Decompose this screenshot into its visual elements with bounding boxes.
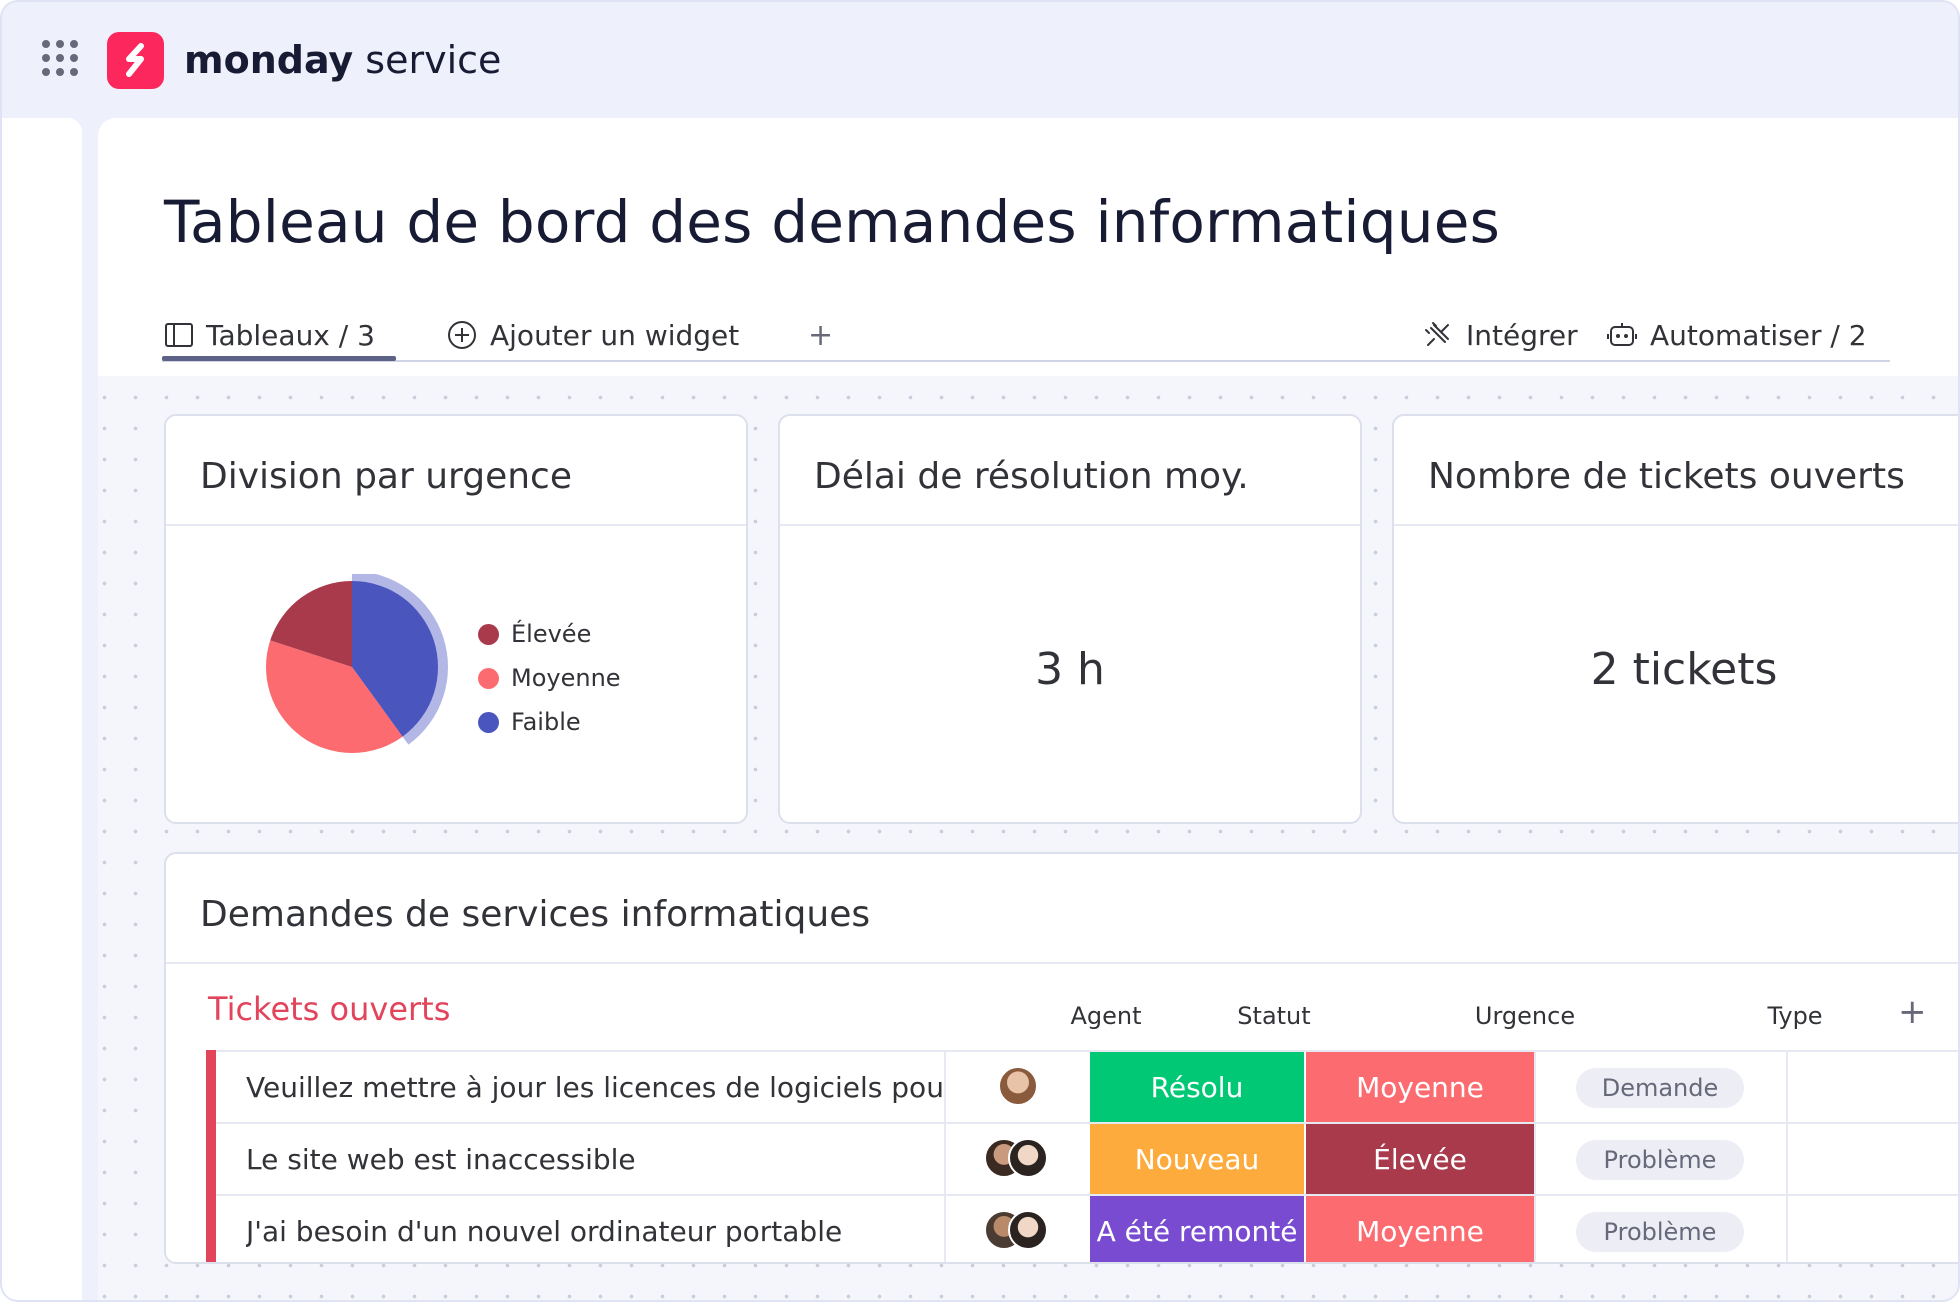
open-tickets-value: 2 tickets [1590,644,1778,695]
robot-icon [1607,323,1637,346]
urgency-widget[interactable]: Division par urgence Élevée Moyenne Faib… [164,414,748,824]
group-title-open-tickets[interactable]: Tickets ouverts [208,990,450,1028]
ticket-name[interactable]: Le site web est inaccessible [246,1124,946,1196]
status-cell[interactable]: Résolu [1088,1052,1304,1124]
agent-cell[interactable] [944,1124,1088,1196]
urgency-widget-title: Division par urgence [200,456,572,497]
open-tickets-widget-title: Nombre de tickets ouverts [1428,456,1905,497]
urgency-cell[interactable]: Moyenne [1304,1052,1534,1124]
column-header-type[interactable]: Type [1668,1002,1922,1030]
ticket-name[interactable]: J'ai besoin d'un nouvel ordinateur porta… [246,1196,946,1262]
table-row[interactable]: J'ai besoin d'un nouvel ordinateur porta… [206,1194,1958,1262]
urgency-cell[interactable]: Moyenne [1304,1196,1534,1262]
urgency-cell[interactable]: Élevée [1304,1124,1534,1196]
type-pill: Problème [1576,1212,1744,1252]
automate-label: Automatiser / 2 [1650,318,1867,352]
add-widget-button[interactable]: Ajouter un widget [446,312,739,358]
agent-cell[interactable] [944,1052,1088,1124]
legend-item-medium: Moyenne [478,656,621,700]
dashboard-main: Tableau de bord des demandes informatiqu… [98,118,1958,1300]
legend-label-low: Faible [511,708,581,736]
tab-boards-label: Tableaux / 3 [206,318,375,352]
type-pill: Problème [1576,1140,1744,1180]
agent-cell[interactable] [944,1196,1088,1262]
legend-label-high: Élevée [511,620,592,648]
legend-dot-high [478,623,499,645]
service-requests-board-widget[interactable]: Demandes de services informatiques Ticke… [164,852,1958,1264]
type-cell[interactable]: Problème [1534,1196,1786,1262]
tab-boards[interactable]: Tableaux / 3 [164,312,375,358]
pie-legend: Élevée Moyenne Faible [478,612,621,744]
legend-dot-low [478,711,499,733]
empty-cell [1786,1124,1836,1196]
legend-dot-medium [478,667,499,689]
widget-divider [166,962,1958,964]
legend-item-high: Élevée [478,612,621,656]
plus-circle-icon [448,321,476,349]
app-window: monday service Tableau de bord des deman… [0,0,1960,1302]
resolution-time-value: 3 h [1035,644,1105,695]
ticket-name[interactable]: Veuillez mettre à jour les licences de l… [246,1052,946,1124]
group-color-bar [206,1122,216,1196]
type-cell[interactable]: Demande [1534,1052,1786,1124]
column-header-status[interactable]: Statut [1166,1002,1382,1030]
urgency-pie-chart[interactable] [266,574,466,774]
monday-service-logo[interactable] [107,32,164,89]
left-sidebar [2,118,82,1300]
status-cell[interactable]: Nouveau [1088,1124,1304,1196]
apps-grid-icon[interactable] [42,40,82,80]
automate-button[interactable]: Automatiser / 2 [1606,312,1867,358]
status-cell[interactable]: A été remonté [1088,1196,1304,1262]
table-row[interactable]: Veuillez mettre à jour les licences de l… [206,1050,1958,1124]
widget-divider [166,524,746,526]
tabs-divider [162,360,1890,362]
column-header-urgency[interactable]: Urgence [1382,1002,1668,1030]
page-title: Tableau de bord des demandes informatiqu… [164,188,1501,256]
board-icon [165,323,193,347]
integrate-button[interactable]: Intégrer [1422,312,1578,358]
add-widget-label: Ajouter un widget [490,318,740,352]
empty-cell [1786,1052,1836,1124]
dashboard-header: Tableau de bord des demandes informatiqu… [98,118,1958,376]
widget-divider [780,524,1360,526]
avatar[interactable] [998,1066,1038,1106]
top-bar: monday service [2,2,1958,118]
column-header-agent[interactable]: Agent [1046,1002,1166,1030]
avatar[interactable] [1008,1138,1048,1178]
type-cell[interactable]: Problème [1534,1124,1786,1196]
type-pill: Demande [1576,1068,1744,1108]
add-view-button[interactable]: + [808,312,833,358]
group-color-bar [206,1050,216,1124]
brand-name-bold: monday [184,38,354,82]
open-tickets-widget[interactable]: Nombre de tickets ouverts 2 tickets [1392,414,1958,824]
integration-plug-icon [1425,322,1449,346]
avatar[interactable] [1008,1210,1048,1250]
resolution-widget-title: Délai de résolution moy. [814,456,1249,497]
brand-name-light: service [365,38,502,82]
board-widget-title: Demandes de services informatiques [200,894,871,935]
legend-label-medium: Moyenne [511,664,621,692]
resolution-time-widget[interactable]: Délai de résolution moy. 3 h [778,414,1362,824]
group-color-bar [206,1194,216,1262]
add-column-button[interactable]: + [1898,992,1927,1032]
empty-cell [1786,1196,1836,1262]
widget-divider [1394,524,1958,526]
tab-active-indicator [162,356,396,361]
brand-name: monday service [184,38,501,82]
integrate-label: Intégrer [1466,318,1578,352]
table-row[interactable]: Le site web est inaccessible Nouveau Éle… [206,1122,1958,1196]
legend-item-low: Faible [478,700,621,744]
